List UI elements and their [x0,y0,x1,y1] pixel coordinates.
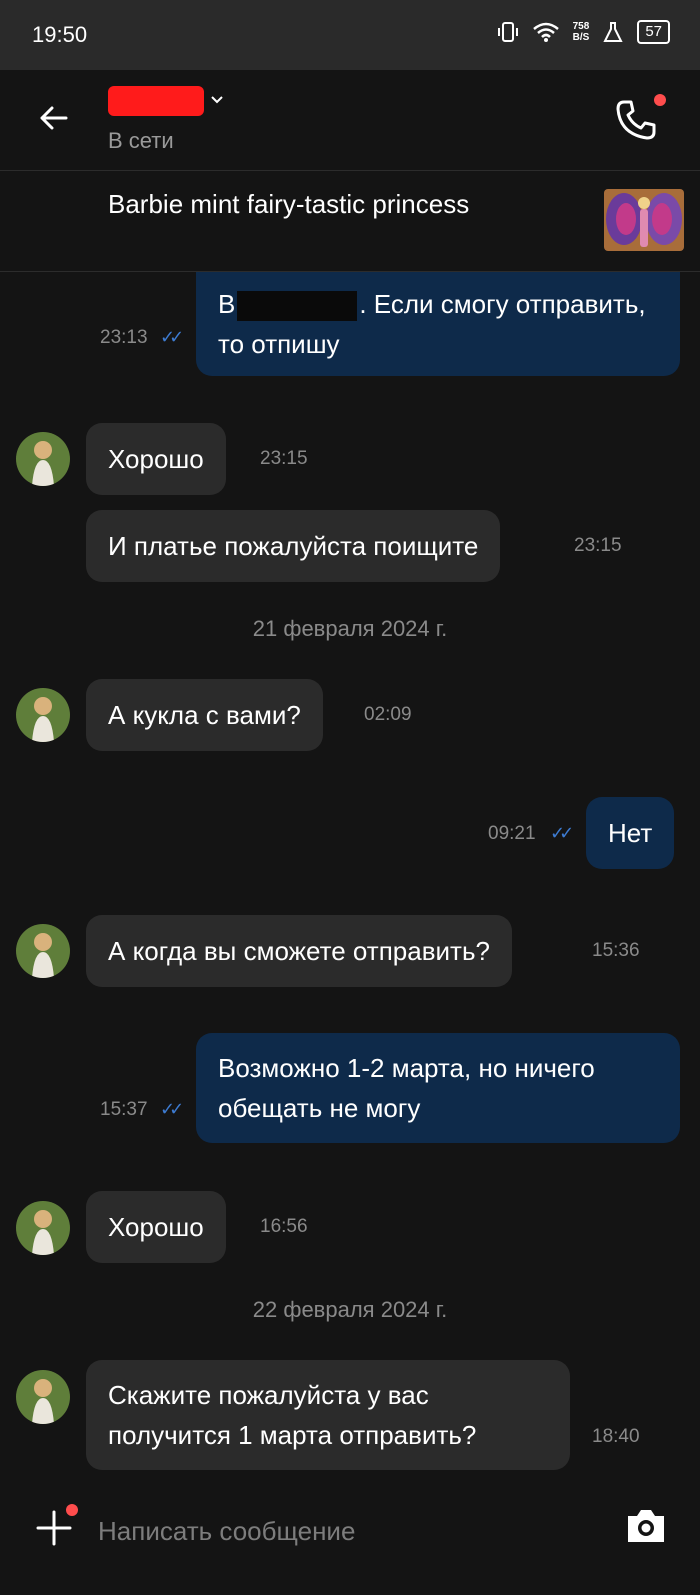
message-composer [0,1490,700,1595]
message-bubble-outgoing[interactable]: Нет [586,797,675,869]
notification-dot [66,1504,78,1516]
message-time: 23:15 [260,448,308,469]
avatar[interactable] [16,688,70,742]
message-bubble-incoming[interactable]: И платье пожалуйста поищите [86,510,501,582]
notification-dot [654,94,666,106]
message-input[interactable] [96,1510,600,1552]
chevron-down-icon[interactable] [210,92,224,108]
contact-name-redacted[interactable] [108,86,204,116]
call-button[interactable] [614,98,662,146]
online-status: В сети [108,128,174,153]
product-bar[interactable]: Barbie mint fairy-tastic princess [0,171,700,272]
read-ticks-icon: ✓✓ [160,1099,184,1119]
message-time: 15:37 [100,1099,148,1120]
flask-icon [603,22,623,42]
message-bubble-incoming[interactable]: А кукла с вами? [86,679,323,751]
product-title: Barbie mint fairy-tastic princess [108,189,470,219]
avatar[interactable] [16,432,70,486]
message-time: 02:09 [364,704,412,725]
message-bubble-incoming[interactable]: Скажите пожалуйста у вас получится 1 мар… [86,1360,570,1470]
chat-header: В сети [0,70,700,171]
message-time: 15:36 [592,940,640,961]
battery-indicator: 57 [637,20,670,44]
redacted-text [237,291,358,322]
camera-button[interactable] [624,1506,668,1546]
message-time: 09:21 [488,823,536,844]
message-time: 23:15 [574,535,622,556]
net-speed: 758 B/S [572,21,590,43]
avatar[interactable] [16,1201,70,1255]
back-button[interactable] [36,100,76,140]
status-time: 19:50 [32,22,88,47]
message-time: 16:56 [260,1216,308,1237]
date-separator: 21 февраля 2024 г. [252,616,448,641]
message-time: 23:13 [100,327,148,348]
camera-icon [628,1510,664,1542]
status-bar: 19:50 758 B/S 57 [0,0,700,70]
message-time: 18:40 [592,1426,640,1447]
avatar[interactable] [16,924,70,978]
message-bubble-outgoing[interactable]: В. Если смогу отправить, то отпишу [196,272,680,376]
read-ticks-icon: ✓✓ [160,327,184,347]
status-icons: 758 B/S 57 [497,20,670,44]
message-bubble-incoming[interactable]: Хорошо [86,423,226,495]
product-thumbnail[interactable] [604,189,684,251]
date-separator: 22 февраля 2024 г. [252,1297,448,1322]
message-bubble-incoming[interactable]: Хорошо [86,1191,226,1263]
read-ticks-icon: ✓✓ [550,823,574,843]
phone-icon [616,100,656,140]
avatar[interactable] [16,1370,70,1424]
message-bubble-incoming[interactable]: А когда вы сможете отправить? [86,915,512,987]
vibrate-icon [497,22,518,42]
wifi-icon [532,22,559,42]
message-bubble-outgoing[interactable]: Возможно 1-2 марта, но ничего обещать не… [196,1033,680,1143]
arrow-left-icon [40,106,68,130]
